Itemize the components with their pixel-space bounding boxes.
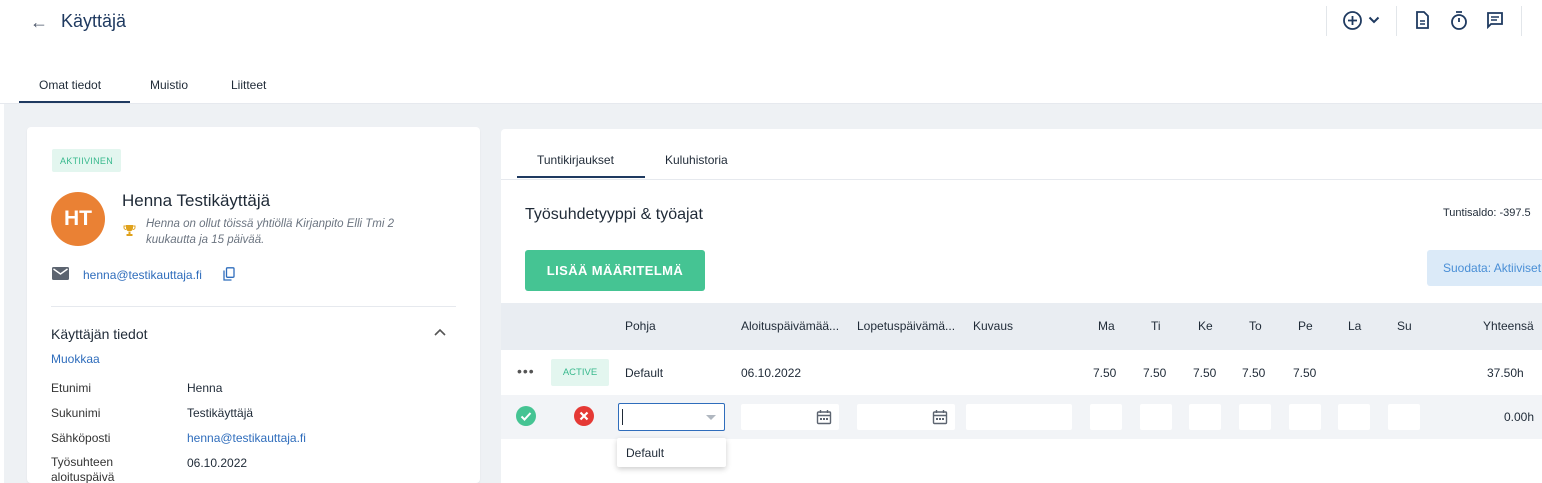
table-row: ••• ACTIVE Default 06.10.2022 7.50 7.50 …: [501, 350, 1542, 395]
cell-to: 7.50: [1242, 366, 1266, 380]
main-tabs: Omat tiedot Muistio Liitteet: [0, 48, 1542, 104]
ma-input[interactable]: [1090, 404, 1122, 430]
top-bar: ← Käyttäjä: [0, 0, 1542, 48]
calendar-icon[interactable]: [816, 409, 832, 425]
filter-button[interactable]: Suodata: Aktiiviset: [1427, 250, 1542, 286]
column-header[interactable]: To: [1249, 319, 1262, 333]
hour-balance: Tuntisaldo: -397.5: [1443, 207, 1531, 219]
description-input[interactable]: [966, 404, 1072, 430]
stopwatch-icon[interactable]: [1450, 10, 1468, 31]
text-cursor: [622, 409, 623, 425]
column-header[interactable]: Ma: [1098, 319, 1115, 333]
table-header: Pohja Aloituspäivämää... Lopetuspäivämä.…: [501, 303, 1542, 350]
field-label-firstname: Etunimi: [51, 381, 92, 395]
field-value-email[interactable]: henna@testikauttaja.fi: [187, 431, 306, 445]
chevron-down-icon[interactable]: [706, 415, 716, 420]
field-value-start-date: 06.10.2022: [187, 456, 248, 470]
column-header[interactable]: Kuvaus: [973, 319, 1013, 333]
field-label-lastname: Sukunimi: [51, 406, 101, 420]
mail-icon: [52, 267, 69, 283]
cell-pe: 7.50: [1293, 366, 1317, 380]
more-options-icon[interactable]: •••: [517, 363, 535, 379]
tab-omat-tiedot[interactable]: Omat tiedot: [39, 78, 101, 92]
status-badge: AKTIIVINEN: [52, 149, 122, 172]
chevron-down-icon[interactable]: [1368, 16, 1380, 25]
close-icon[interactable]: [574, 406, 594, 426]
calendar-icon[interactable]: [932, 409, 948, 425]
toolbar-divider: [1521, 6, 1522, 36]
active-tab-indicator: [19, 101, 130, 103]
column-header[interactable]: La: [1348, 319, 1361, 333]
pe-input[interactable]: [1289, 404, 1321, 430]
profile-card: AKTIIVINEN HT Henna Testikäyttäjä Henna …: [27, 127, 480, 483]
section-heading: Työsuhdetyyppi & työajat: [525, 206, 703, 223]
copy-icon[interactable]: [223, 267, 235, 284]
comment-icon[interactable]: [1486, 11, 1504, 29]
cell-start-date: 06.10.2022: [741, 366, 802, 380]
tab-liitteet[interactable]: Liitteet: [231, 78, 266, 92]
field-value-lastname: Testikäyttäjä: [187, 406, 254, 420]
column-header[interactable]: Su: [1397, 319, 1412, 333]
la-input[interactable]: [1338, 404, 1370, 430]
column-header[interactable]: Pe: [1298, 319, 1313, 333]
email-link[interactable]: henna@testikauttaja.fi: [83, 268, 202, 282]
tab-tuntikirjaukset[interactable]: Tuntikirjaukset: [537, 153, 614, 167]
ke-input[interactable]: [1189, 404, 1221, 430]
toolbar-divider: [1326, 6, 1327, 36]
field-label-start-date: Työsuhteen aloituspäivä: [51, 455, 115, 483]
to-input[interactable]: [1239, 404, 1271, 430]
cell-total: 0.00h: [1504, 410, 1535, 424]
column-header[interactable]: Pohja: [625, 319, 656, 333]
chevron-up-icon[interactable]: [433, 325, 447, 340]
divider: [51, 306, 456, 307]
trophy-icon: [123, 224, 136, 240]
column-header[interactable]: Lopetuspäivämä...: [857, 319, 955, 333]
end-date-input[interactable]: [857, 404, 955, 430]
dropdown-option[interactable]: Default: [626, 446, 664, 460]
hours-card: Tuntikirjaukset Kuluhistoria Työsuhdetyy…: [501, 129, 1542, 483]
add-circle-icon[interactable]: [1342, 10, 1363, 31]
field-label-email: Sähköposti: [51, 431, 111, 445]
start-date-input[interactable]: [741, 404, 839, 430]
column-header[interactable]: Ke: [1198, 319, 1213, 333]
ti-input[interactable]: [1140, 404, 1172, 430]
status-badge: ACTIVE: [551, 359, 609, 386]
page-title: Käyttäjä: [61, 11, 127, 31]
user-name: Henna Testikäyttäjä: [122, 191, 271, 210]
edit-link[interactable]: Muokkaa: [51, 352, 100, 366]
field-value-firstname: Henna: [187, 381, 223, 395]
pohja-select[interactable]: [618, 403, 725, 431]
cell-ti: 7.50: [1143, 366, 1167, 380]
tab-muistio[interactable]: Muistio: [150, 78, 188, 92]
arrow-left-icon[interactable]: ←: [30, 12, 48, 33]
tab-kuluhistoria[interactable]: Kuluhistoria: [665, 153, 728, 167]
column-header[interactable]: Aloituspäivämää...: [741, 319, 839, 333]
cell-ma: 7.50: [1093, 366, 1117, 380]
check-icon[interactable]: [516, 406, 536, 426]
cell-total: 37.50h: [1487, 366, 1524, 380]
active-subtab-indicator: [517, 176, 645, 178]
column-header[interactable]: Ti: [1151, 319, 1161, 333]
tenure-text: Henna on ollut töissä yhtiöllä Kirjanpit…: [146, 218, 395, 246]
divider: [501, 179, 1542, 180]
document-icon[interactable]: [1415, 11, 1430, 30]
pohja-dropdown: Default: [617, 438, 726, 467]
column-header[interactable]: Yhteensä: [1483, 319, 1534, 333]
add-definition-button[interactable]: LISÄÄ MÄÄRITELMÄ: [525, 250, 705, 291]
avatar: HT: [51, 192, 105, 246]
su-input[interactable]: [1388, 404, 1420, 430]
section-title: Käyttäjän tiedot: [51, 326, 148, 342]
toolbar-divider: [1396, 6, 1397, 36]
table-row-edit: 0.00h: [501, 395, 1542, 439]
cell-pohja: Default: [625, 366, 664, 380]
cell-ke: 7.50: [1193, 366, 1217, 380]
